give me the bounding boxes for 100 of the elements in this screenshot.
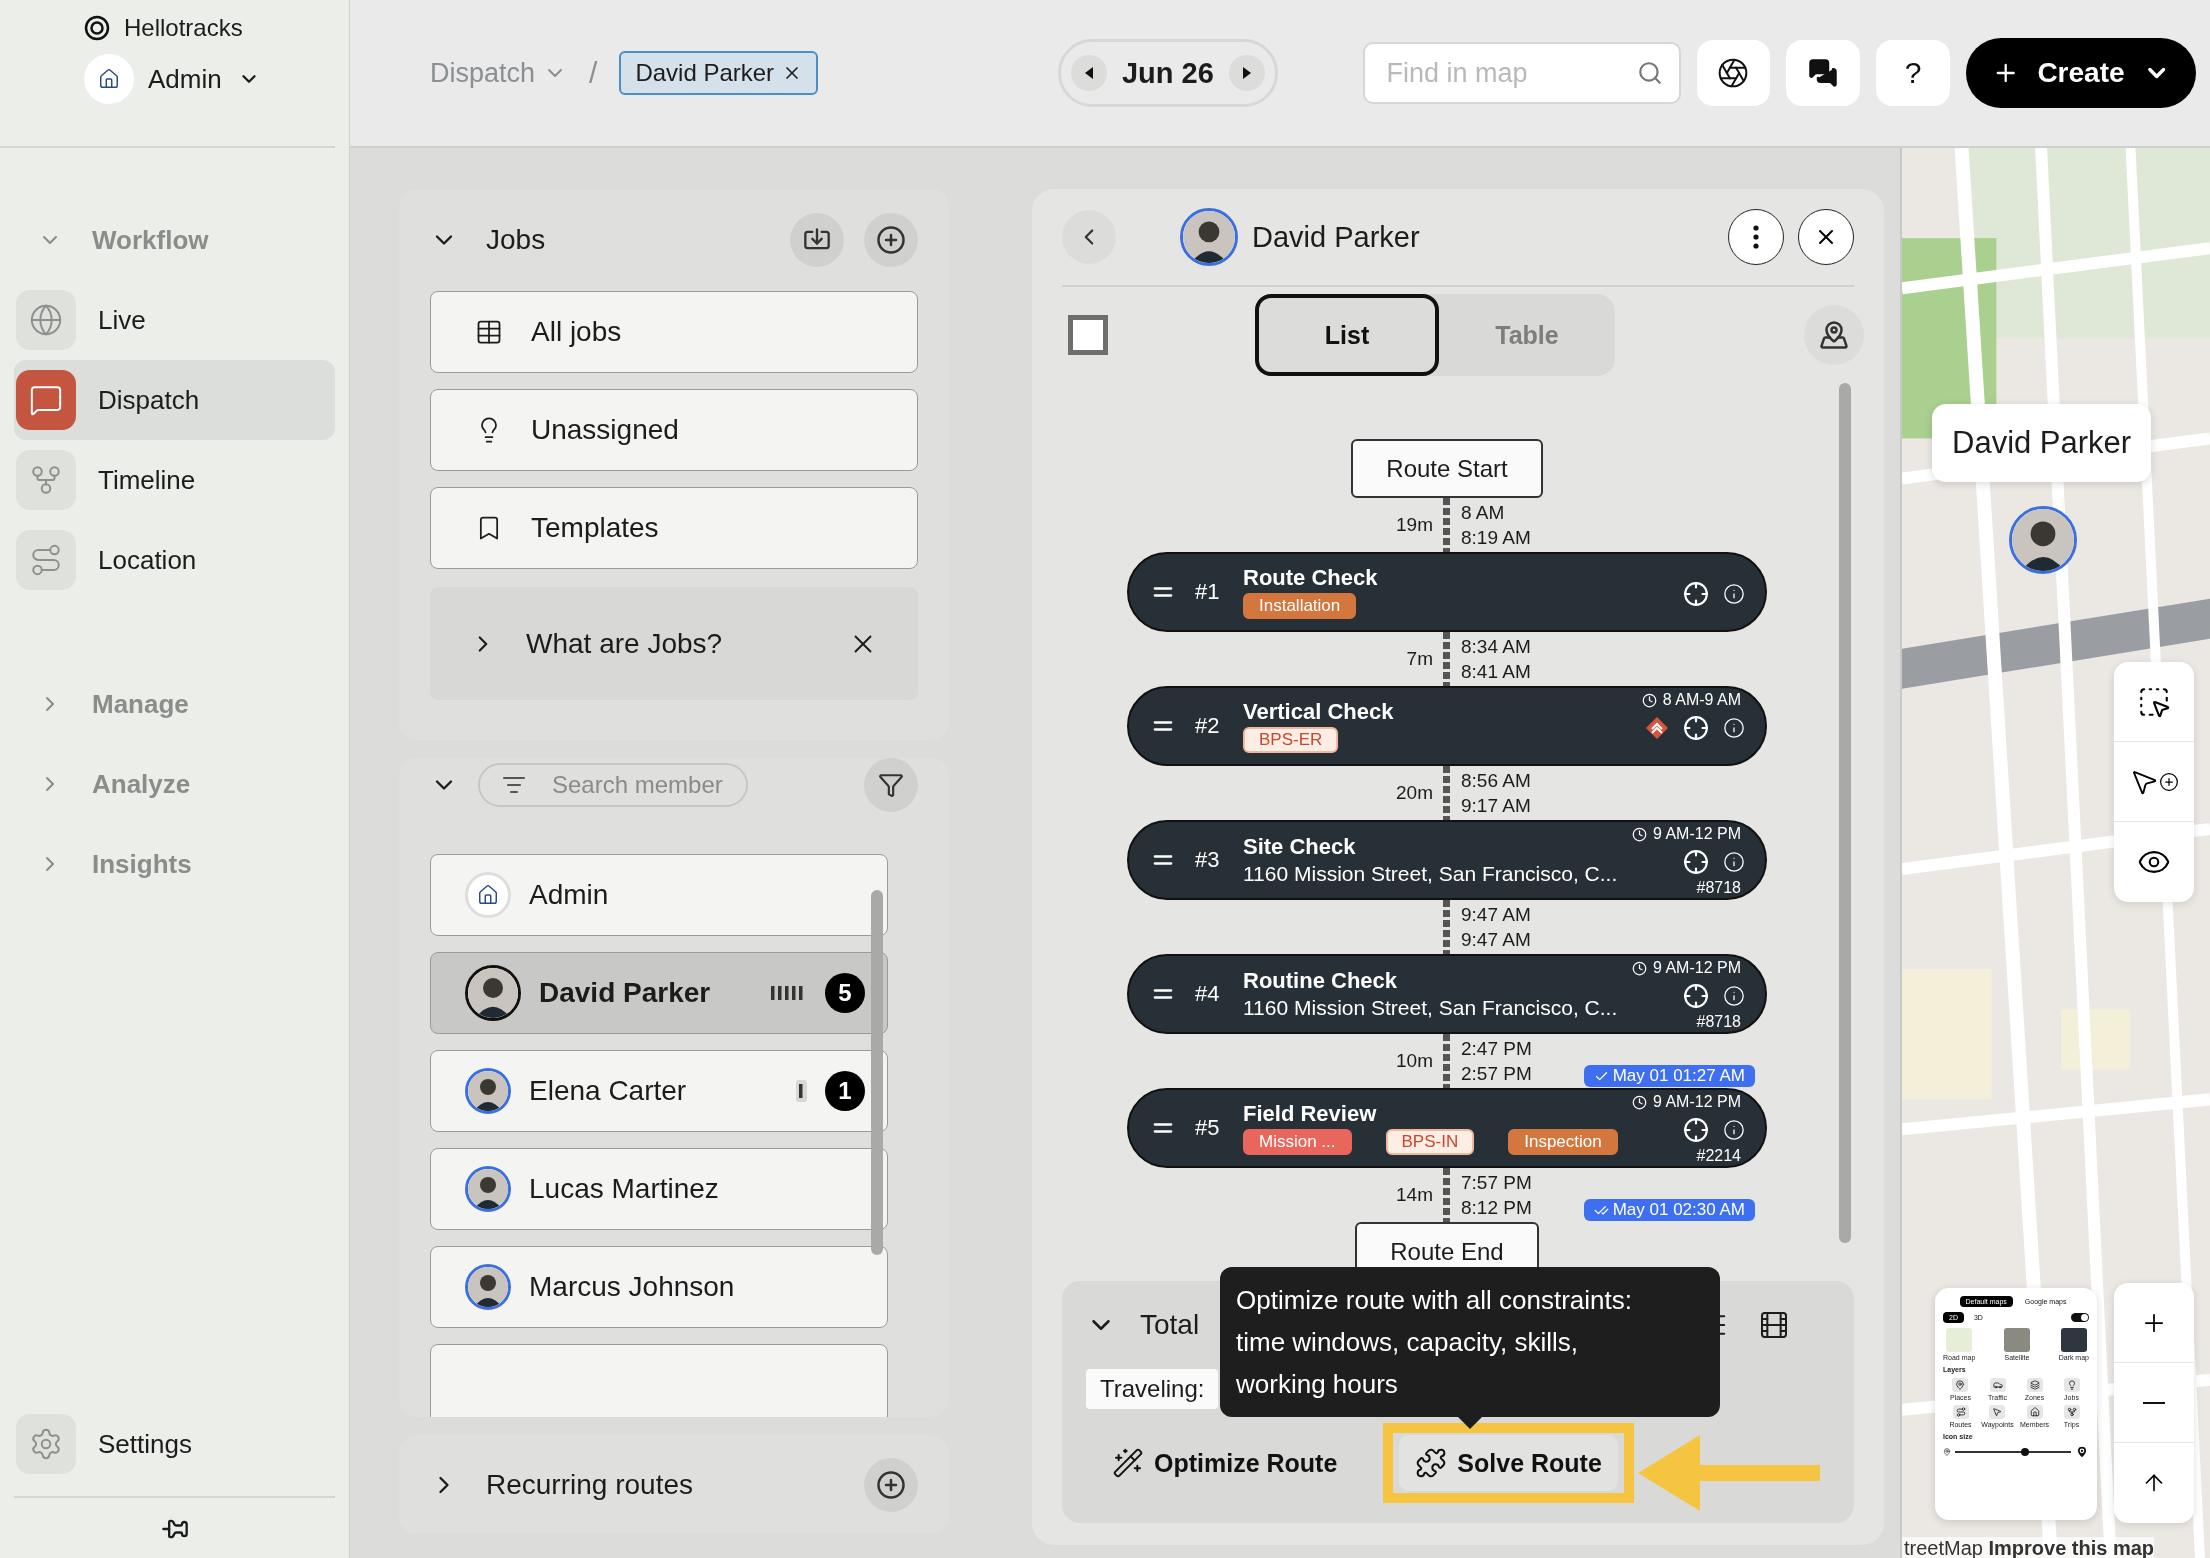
- import-button[interactable]: [790, 213, 844, 267]
- sync-time: May 01 01:27 AM: [1612, 1066, 1745, 1086]
- stop-card[interactable]: #1 Route Check Installation: [1127, 552, 1767, 632]
- info-icon: [1723, 583, 1745, 605]
- chat-button[interactable]: [1786, 40, 1861, 106]
- route-action-button[interactable]: Solve Route: [1399, 1435, 1618, 1491]
- bars-icon: [796, 1080, 807, 1102]
- assistant-button[interactable]: [1696, 40, 1771, 106]
- locate-button[interactable]: [1683, 581, 1709, 607]
- locate-button[interactable]: [1683, 1117, 1709, 1143]
- nav-item[interactable]: Timeline: [14, 440, 335, 520]
- arrival-time: 8:34 AM: [1461, 635, 1531, 659]
- departure-time: 9:17 AM: [1461, 794, 1531, 818]
- fork-icon[interactable]: [2066, 1407, 2077, 1417]
- stop-title: Vertical Check: [1243, 699, 1394, 725]
- pointer-icon[interactable]: [1992, 1407, 2003, 1417]
- member-row[interactable]: Admin: [430, 854, 888, 936]
- member-avatar: [1180, 208, 1238, 266]
- recurring-header[interactable]: Recurring routes: [430, 1468, 693, 1501]
- jobs-view-button[interactable]: Unassigned: [430, 389, 918, 471]
- tooltip-text: Optimize route with all constraints: time windows, capacity, skills, working hours: [1236, 1285, 1632, 1399]
- info-button[interactable]: [1723, 985, 1745, 1007]
- member-row[interactable]: Lucas Martinez: [430, 1148, 888, 1230]
- map-style-thumbnail[interactable]: [2003, 1328, 2030, 1352]
- previous-day-button[interactable]: [1071, 55, 1108, 91]
- time-window: 9 AM-12 PM: [1652, 959, 1741, 977]
- jobs-header[interactable]: Jobs: [430, 224, 546, 256]
- member-search-field[interactable]: Search member: [478, 763, 748, 807]
- search-field[interactable]: Find in map: [1362, 42, 1681, 104]
- car-icon[interactable]: [1992, 1380, 2003, 1390]
- info-button[interactable]: [1723, 1119, 1745, 1141]
- locate-button[interactable]: [1683, 983, 1709, 1009]
- nav-item[interactable]: Location: [14, 520, 335, 600]
- filter-chip[interactable]: David Parker: [619, 51, 819, 95]
- view-tab[interactable]: List: [1255, 294, 1439, 376]
- tag: BPS-IN: [1385, 1129, 1475, 1155]
- film-icon[interactable]: [1758, 1309, 1790, 1341]
- account-menu[interactable]: Admin: [148, 63, 260, 95]
- nav-item[interactable]: Dispatch: [14, 360, 335, 440]
- clock-icon: [1631, 826, 1647, 842]
- stop-number: #5: [1195, 1115, 1221, 1141]
- scrollbar[interactable]: [871, 890, 883, 1255]
- crosshair-icon: [1683, 1117, 1709, 1143]
- house-icon[interactable]: [2029, 1407, 2040, 1417]
- locate-button[interactable]: [1683, 849, 1709, 875]
- job-reference: #8718: [1696, 1013, 1741, 1031]
- search-icon: [1636, 60, 1663, 86]
- stop-card[interactable]: #4 Routine Check 1160 Mission Street, San Francisco, C... 9 AM-12 PM #8718: [1127, 954, 1767, 1034]
- info-button[interactable]: [1723, 717, 1745, 739]
- stop-card[interactable]: #2 Vertical Check BPS-ER 8 AM-9 AM: [1127, 686, 1767, 766]
- arrival-time: 8 AM: [1461, 501, 1506, 525]
- route-start-button[interactable]: Route Start: [1351, 439, 1543, 498]
- triangle-left-icon: [1083, 66, 1096, 80]
- jobs-view-button[interactable]: Templates: [430, 487, 918, 569]
- lightbulb-icon[interactable]: [2066, 1380, 2077, 1390]
- help-button[interactable]: ?: [1876, 40, 1950, 106]
- add-button[interactable]: [864, 213, 918, 267]
- member-row[interactable]: Elena Carter 1: [430, 1050, 888, 1132]
- info-button[interactable]: [1723, 851, 1745, 873]
- member-row[interactable]: Marcus Johnson: [430, 1246, 888, 1328]
- stop-card[interactable]: #5 Field Review Mission ... BPS-IN Inspection 9 AM-12 PM #2214: [1127, 1088, 1767, 1168]
- map-style-thumbnail[interactable]: [1946, 1328, 1973, 1352]
- route-icon[interactable]: [1955, 1407, 1966, 1417]
- route-icon: [29, 543, 63, 577]
- create-button[interactable]: Create: [1966, 38, 2196, 108]
- next-day-button[interactable]: [1228, 55, 1265, 91]
- more-button[interactable]: [1728, 209, 1784, 265]
- map-pin-icon: [1943, 1448, 1951, 1456]
- nav-item[interactable]: Live: [14, 280, 335, 360]
- chat-icon: [29, 383, 63, 417]
- stop-card[interactable]: #3 Site Check 1160 Mission Street, San Francisco, C... 9 AM-12 PM #8718: [1127, 820, 1767, 900]
- map-pin-icon: [1819, 320, 1849, 350]
- nav-item[interactable]: Settings: [14, 1404, 335, 1484]
- logo-icon: [84, 15, 110, 41]
- clock-icon: [1631, 1094, 1647, 1110]
- info-button[interactable]: [1723, 583, 1745, 605]
- jobs-view-button[interactable]: All jobs: [430, 291, 918, 373]
- magic-wand-icon: [1112, 1447, 1144, 1479]
- member-row[interactable]: David Parker 5: [430, 952, 888, 1034]
- member-avatar: [465, 1264, 511, 1310]
- member-avatar: [465, 1166, 511, 1212]
- scrollbar[interactable]: [1839, 383, 1851, 1243]
- close-button[interactable]: [1798, 209, 1854, 265]
- job-reference: #2214: [1696, 1147, 1741, 1165]
- member-avatar: [465, 1068, 511, 1114]
- layers-icon[interactable]: [2029, 1380, 2040, 1390]
- map-pin-icon[interactable]: [1955, 1380, 1966, 1390]
- crosshair-icon: [1683, 849, 1709, 875]
- route-action-button[interactable]: Optimize Route: [1096, 1435, 1354, 1491]
- breadcrumb-separator: /: [589, 56, 598, 90]
- travel-duration: 10m: [1396, 1050, 1433, 1072]
- travel-duration: 19m: [1396, 514, 1433, 536]
- select-all-checkbox[interactable]: [1068, 315, 1108, 355]
- info-icon: [1723, 1119, 1745, 1141]
- locate-button[interactable]: [1683, 715, 1709, 741]
- map-style-thumbnail[interactable]: [2060, 1328, 2087, 1352]
- traveling-stat: Traveling:: [1086, 1369, 1219, 1409]
- toggle-switch[interactable]: [2071, 1313, 2089, 1322]
- info-icon: [1723, 985, 1745, 1007]
- arrival-time: 2:47 PM: [1461, 1037, 1532, 1061]
